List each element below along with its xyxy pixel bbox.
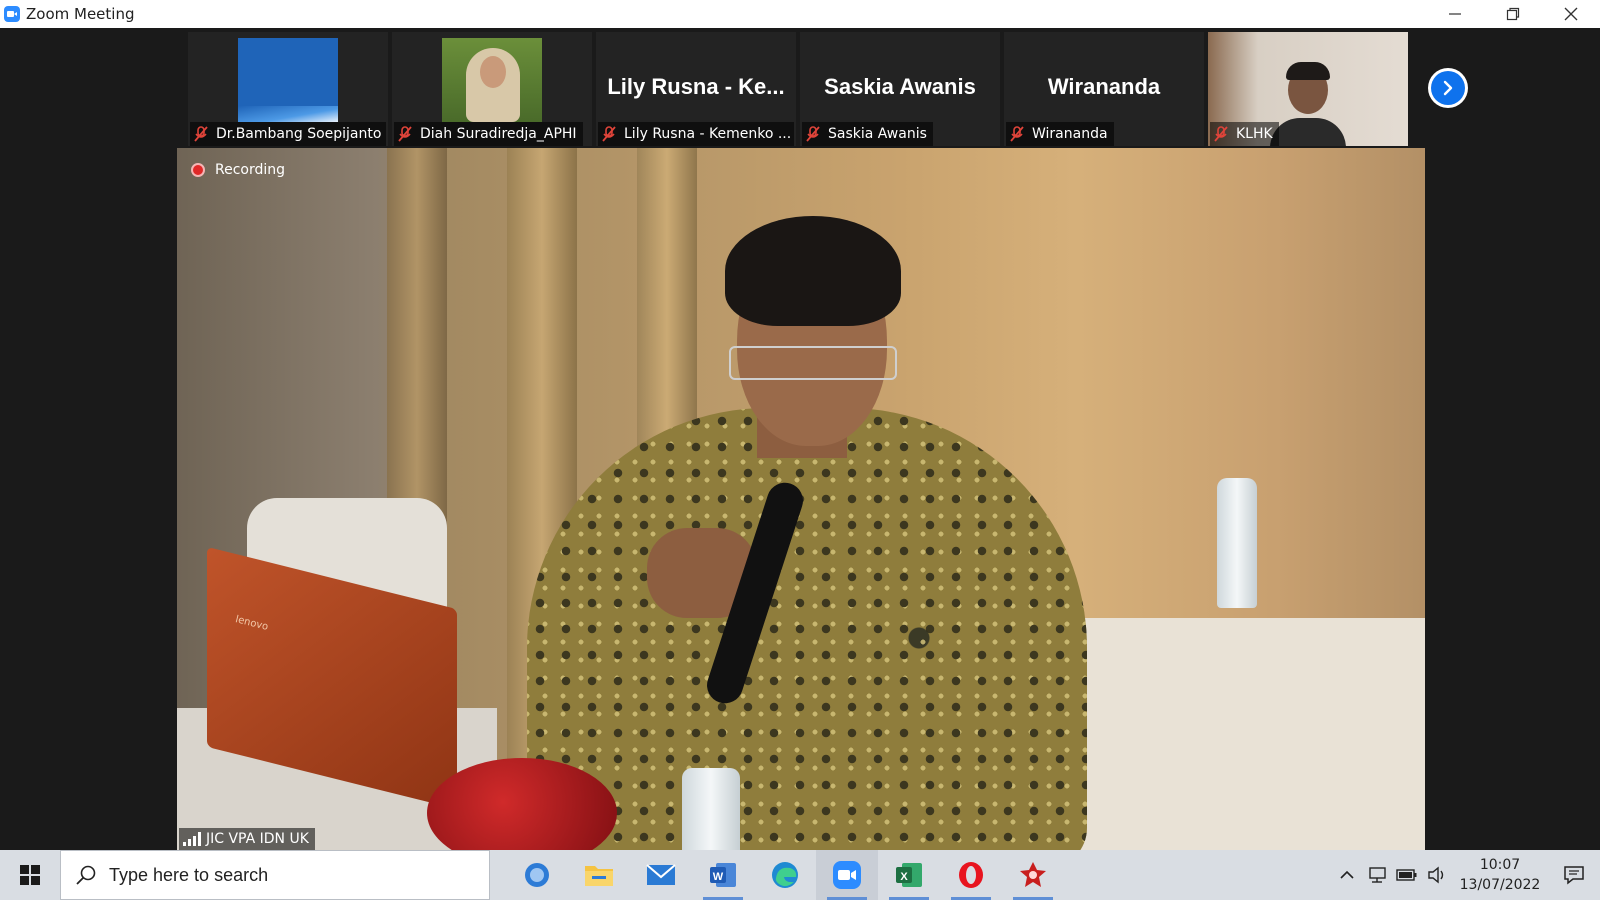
recording-dot-icon xyxy=(191,163,205,177)
opera-browser-icon xyxy=(959,862,983,888)
water-bottle xyxy=(1217,478,1257,608)
network-button[interactable] xyxy=(1362,850,1392,900)
taskbar-app-mail[interactable] xyxy=(630,850,692,900)
show-hidden-icons-button[interactable] xyxy=(1332,850,1362,900)
chevron-up-icon xyxy=(1340,870,1354,879)
participant-thumbnail-strip: Dr.Bambang Soepijanto Diah Suradiredja_A… xyxy=(188,32,1408,146)
participant-display-name: Wirananda xyxy=(1047,74,1161,99)
search-placeholder: Type here to search xyxy=(109,864,269,885)
restore-icon xyxy=(1506,7,1520,21)
next-participants-button[interactable] xyxy=(1428,68,1468,108)
table xyxy=(1057,618,1425,850)
batik-pattern xyxy=(527,408,1087,850)
taskbar-clock[interactable]: 10:07 13/07/2022 xyxy=(1452,855,1548,895)
speaker-hair xyxy=(725,216,901,326)
clock-time: 10:07 xyxy=(1479,857,1521,873)
active-speaker-video[interactable]: lenovo Recording JIC VPA IDN UK xyxy=(177,148,1425,850)
participant-label: Diah Suradiredja_APHI xyxy=(394,122,583,146)
participant-thumbnail[interactable]: Diah Suradiredja_APHI xyxy=(392,32,592,146)
notification-icon xyxy=(1564,866,1584,885)
svg-text:W: W xyxy=(713,871,724,883)
participant-video xyxy=(442,38,542,122)
svg-text:X: X xyxy=(900,871,908,883)
window-title: Zoom Meeting xyxy=(26,5,135,23)
chat-bubble-icon xyxy=(525,863,549,887)
meeting-area: Dr.Bambang Soepijanto Diah Suradiredja_A… xyxy=(0,28,1600,850)
muted-mic-icon xyxy=(806,126,820,142)
participant-name: Lily Rusna - Kemenko ... xyxy=(624,126,792,142)
excel-icon: X xyxy=(896,863,922,887)
folder-icon xyxy=(585,866,613,886)
muted-mic-icon xyxy=(1010,126,1024,142)
volume-button[interactable] xyxy=(1422,850,1452,900)
system-tray: 10:07 13/07/2022 xyxy=(1332,850,1600,900)
network-icon xyxy=(1369,867,1386,883)
participant-thumbnail[interactable]: Lily Rusna - Ke... Lily Rusna - Kemenko … xyxy=(596,32,796,146)
windows-taskbar: Type here to search W X 10:07 13/07/2022 xyxy=(0,850,1600,900)
taskbar-app-edge[interactable] xyxy=(754,850,816,900)
window-titlebar: Zoom Meeting xyxy=(0,0,1600,28)
participant-label: Dr.Bambang Soepijanto xyxy=(190,122,386,146)
participant-thumbnail[interactable]: Wirananda Wirananda xyxy=(1004,32,1204,146)
taskbar-app-word[interactable]: W xyxy=(692,850,754,900)
zoom-icon xyxy=(833,861,861,889)
adobe-icon xyxy=(1020,862,1046,887)
participant-display-name: Saskia Awanis xyxy=(824,74,976,99)
participant-label: Lily Rusna - Kemenko ... xyxy=(598,122,794,146)
muted-mic-icon xyxy=(602,126,616,142)
muted-mic-icon xyxy=(398,126,412,142)
start-button[interactable] xyxy=(0,850,60,900)
participant-name: KLHK xyxy=(1236,126,1273,142)
taskbar-app-file-explorer[interactable] xyxy=(568,850,630,900)
action-center-button[interactable] xyxy=(1548,850,1600,900)
chevron-right-icon xyxy=(1443,80,1453,96)
search-icon xyxy=(76,865,96,885)
taskbar-app-excel[interactable]: X xyxy=(878,850,940,900)
speaker-name: JIC VPA IDN UK xyxy=(206,831,309,847)
battery-icon xyxy=(1396,869,1417,881)
clock-date: 13/07/2022 xyxy=(1459,877,1541,893)
participant-video xyxy=(238,38,338,122)
taskbar-app-outlook-group[interactable] xyxy=(506,850,568,900)
speaker-label: JIC VPA IDN UK xyxy=(179,828,315,850)
close-icon xyxy=(1564,7,1578,21)
windows-logo-icon xyxy=(20,865,40,885)
recording-label: Recording xyxy=(215,162,286,178)
participant-thumbnail[interactable]: KLHK xyxy=(1208,32,1408,146)
recording-indicator[interactable]: Recording xyxy=(191,162,285,178)
signal-strength-icon xyxy=(183,832,201,846)
participant-thumbnail[interactable]: Dr.Bambang Soepijanto xyxy=(188,32,388,146)
close-button[interactable] xyxy=(1542,0,1600,28)
water-bottle xyxy=(682,768,740,850)
participant-display-name: Lily Rusna - Ke... xyxy=(607,74,785,99)
muted-mic-icon xyxy=(194,126,208,142)
taskbar-pinned-apps: W X xyxy=(506,850,1064,900)
participant-label: Saskia Awanis xyxy=(802,122,933,146)
participant-name: Dr.Bambang Soepijanto xyxy=(216,126,382,142)
edge-browser-icon xyxy=(772,862,798,888)
minimize-icon xyxy=(1449,13,1461,15)
taskbar-search-box[interactable]: Type here to search xyxy=(60,850,490,900)
speaker-volume-icon xyxy=(1428,866,1444,884)
participant-label: Wirananda xyxy=(1006,122,1114,146)
muted-mic-icon xyxy=(1214,126,1228,142)
window-controls xyxy=(1426,0,1600,28)
mail-icon xyxy=(646,864,676,885)
speaker-glasses xyxy=(729,346,897,380)
minimize-button[interactable] xyxy=(1426,0,1484,28)
word-icon: W xyxy=(710,863,736,887)
participant-label: KLHK xyxy=(1210,122,1279,146)
participant-name: Diah Suradiredja_APHI xyxy=(420,126,577,142)
participant-name: Wirananda xyxy=(1032,126,1108,142)
taskbar-app-opera[interactable] xyxy=(940,850,1002,900)
participant-thumbnail[interactable]: Saskia Awanis Saskia Awanis xyxy=(800,32,1000,146)
restore-button[interactable] xyxy=(1484,0,1542,28)
taskbar-app-adobe[interactable] xyxy=(1002,850,1064,900)
next-button-circle xyxy=(1431,71,1465,105)
taskbar-app-zoom[interactable] xyxy=(816,850,878,900)
zoom-app-icon xyxy=(4,6,20,22)
participant-name: Saskia Awanis xyxy=(828,126,927,142)
battery-button[interactable] xyxy=(1392,850,1422,900)
